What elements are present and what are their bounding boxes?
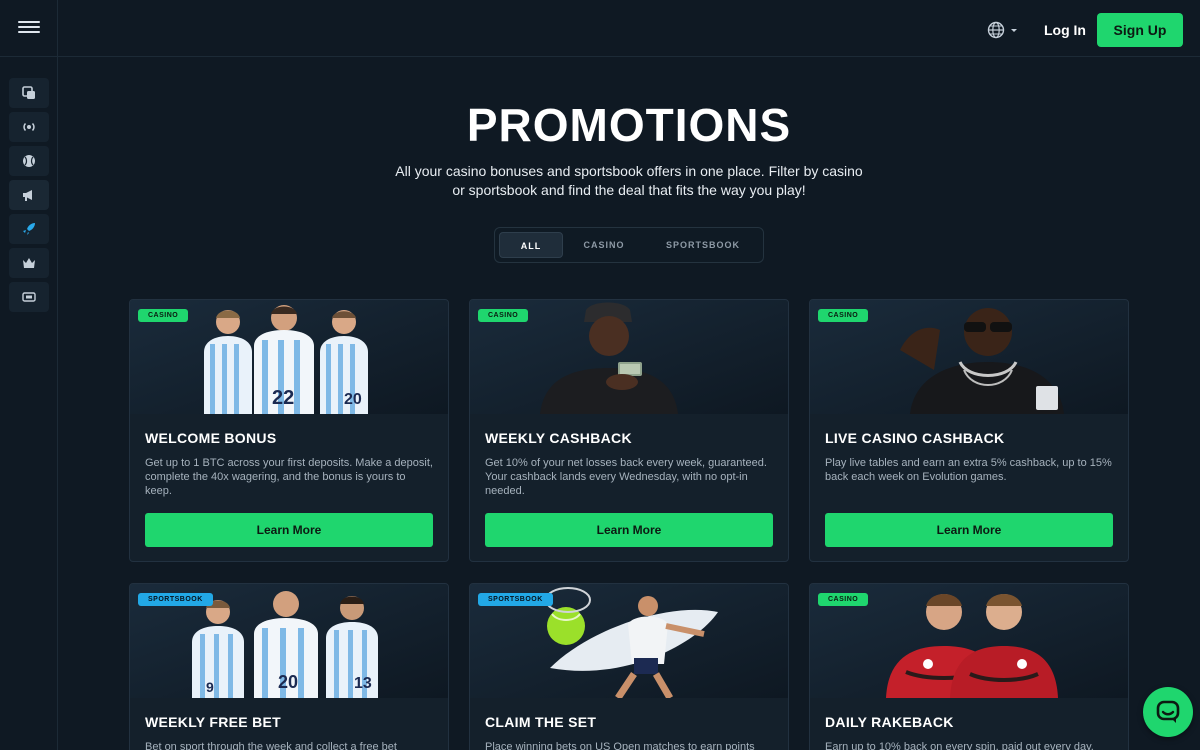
tab-sportsbook[interactable]: SPORTSBOOK	[653, 232, 753, 258]
sidebar-item-sports[interactable]	[9, 146, 49, 176]
sidebar-nav	[9, 78, 49, 316]
sidebar-item-live[interactable]	[9, 112, 49, 142]
tab-casino[interactable]: CASINO	[569, 232, 639, 258]
chevron-down-icon	[1011, 29, 1017, 32]
promo-card-claim-the-set: SPORTSBOOK CLAIM THE SET Place winning b…	[469, 583, 789, 750]
promo-title: DAILY RAKEBACK	[825, 714, 954, 730]
promo-description: Bet on sport through the week and collec…	[145, 741, 397, 750]
sidebar-item-tickets[interactable]	[9, 282, 49, 312]
login-button[interactable]: Log In	[1034, 14, 1096, 46]
crown-icon	[23, 258, 35, 268]
ticket-icon	[22, 292, 36, 302]
sidebar-divider	[0, 56, 58, 57]
promo-title: LIVE CASINO CASHBACK	[825, 430, 1005, 446]
promotion-filter-tabs: ALL CASINO SPORTSBOOK	[494, 227, 764, 263]
category-badge: SPORTSBOOK	[478, 593, 553, 606]
svg-text:13: 13	[354, 675, 372, 692]
sidebar-item-vip[interactable]	[9, 248, 49, 278]
promo-card-weekly-free-bet: 9 20 13 SPORTSBOOK WEEKLY FREE BET Bet o…	[129, 583, 449, 750]
page-title: PROMOTIONS	[466, 99, 792, 151]
signup-button[interactable]: Sign Up	[1097, 13, 1183, 47]
promo-title: WEEKLY FREE BET	[145, 714, 281, 730]
promo-title: WEEKLY CASHBACK	[485, 430, 632, 446]
promo-description: Earn up to 10% back on every spin, paid …	[825, 741, 1094, 750]
page-subtitle: All your casino bonuses and sportsbook o…	[395, 163, 863, 198]
category-badge: CASINO	[138, 309, 189, 322]
tab-all[interactable]: ALL	[499, 232, 563, 258]
top-header: Log In Sign Up	[58, 0, 1200, 57]
svg-text:22: 22	[272, 387, 294, 409]
live-broadcast-icon	[23, 122, 35, 132]
sidebar-item-casino[interactable]	[9, 78, 49, 108]
category-badge: SPORTSBOOK	[138, 593, 213, 606]
promo-description: Get 10% of your net losses back every we…	[485, 457, 767, 497]
promo-title: CLAIM THE SET	[485, 714, 597, 730]
category-badge: CASINO	[818, 309, 869, 322]
rocket-icon	[23, 223, 35, 235]
promo-description: Place winning bets on US Open matches to…	[485, 741, 755, 750]
promo-card-live-casino-cashback: CASINO LIVE CASINO CASHBACK Play live ta…	[809, 299, 1129, 562]
category-badge: CASINO	[818, 593, 869, 606]
svg-text:20: 20	[344, 391, 362, 408]
promo-card-welcome-bonus: 22 20 CASINO WELCOME BONUS Get up to 1 B…	[129, 299, 449, 562]
promo-description: Get up to 1 BTC across your first deposi…	[145, 457, 433, 497]
learn-more-button[interactable]: Learn More	[145, 513, 433, 547]
svg-text:20: 20	[278, 672, 298, 692]
svg-text:9: 9	[206, 679, 214, 695]
casino-grid-icon	[22, 86, 35, 99]
megaphone-icon	[23, 190, 32, 201]
promo-card-daily-rakeback: CASINO DAILY RAKEBACK Earn up to 10% bac…	[809, 583, 1129, 750]
promo-description: Play live tables and earn an extra 5% ca…	[825, 457, 1112, 483]
sidebar-item-boost[interactable]	[9, 214, 49, 244]
promo-card-weekly-cashback: CASINO WEEKLY CASHBACK Get 10% of your n…	[469, 299, 789, 562]
live-chat-button[interactable]	[1143, 687, 1193, 737]
globe-icon	[987, 21, 1005, 39]
sidebar-item-promotions[interactable]	[9, 180, 49, 210]
learn-more-button[interactable]: Learn More	[485, 513, 773, 547]
sports-ball-icon	[23, 155, 35, 167]
hamburger-icon[interactable]	[18, 18, 40, 38]
category-badge: CASINO	[478, 309, 529, 322]
chat-bubble-icon	[1156, 700, 1180, 723]
promo-title: WELCOME BONUS	[145, 430, 277, 446]
learn-more-button[interactable]: Learn More	[825, 513, 1113, 547]
sidebar	[0, 0, 58, 750]
language-selector[interactable]	[987, 21, 1019, 39]
